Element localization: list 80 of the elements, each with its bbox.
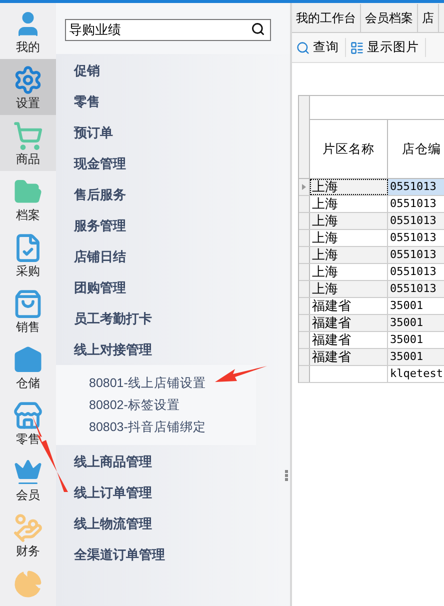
nav-item[interactable]: 会员 bbox=[0, 451, 56, 507]
nav-item[interactable]: 档案 bbox=[0, 171, 56, 227]
table-cell: 福建省 bbox=[310, 349, 388, 365]
menu-item[interactable]: 全渠道订单管理 bbox=[56, 539, 290, 570]
toolbar-button[interactable]: 查询 bbox=[296, 38, 346, 57]
table-row[interactable]: 福建省 35001 bbox=[299, 332, 444, 349]
table-row[interactable]: 上海 0551013 bbox=[299, 230, 444, 247]
table-row[interactable]: klqetest bbox=[299, 366, 444, 383]
menu-item[interactable]: 线上物流管理 bbox=[56, 508, 290, 539]
nav-item[interactable]: 我的 bbox=[0, 3, 56, 59]
table-cell: 上海 bbox=[310, 213, 388, 229]
table-row[interactable]: 上海 0551013 bbox=[299, 264, 444, 281]
table-cell: 福建省 bbox=[310, 298, 388, 314]
table-cell: 35001 bbox=[388, 349, 444, 365]
table-row[interactable]: 上海 0551013 bbox=[299, 281, 444, 298]
menu-item[interactable]: 线上订单管理 bbox=[56, 477, 290, 508]
table-cell: 上海 bbox=[310, 196, 388, 212]
search-icon bbox=[251, 22, 265, 36]
store-icon bbox=[13, 401, 43, 431]
pie-chart-icon bbox=[13, 569, 43, 599]
table-row[interactable]: 福建省 35001 bbox=[299, 349, 444, 366]
table-cell: 0551013 bbox=[388, 196, 444, 212]
table-cell: 0551013 bbox=[388, 264, 444, 280]
menu-item[interactable]: 员工考勤打卡 bbox=[56, 303, 290, 334]
table-cell: 上海 bbox=[310, 247, 388, 263]
table-cell: 福建省 bbox=[310, 315, 388, 331]
table-row[interactable]: 上海 0551013 bbox=[299, 179, 444, 196]
table-row[interactable]: 上海 0551013 bbox=[299, 196, 444, 213]
cart-icon bbox=[13, 121, 43, 151]
menu-item[interactable]: 现金管理 bbox=[56, 148, 290, 179]
menu-item[interactable]: 店铺日结 bbox=[56, 241, 290, 272]
menu-item[interactable]: 线上商品管理 bbox=[56, 446, 290, 477]
submenu-item[interactable]: 80801-线上店铺设置 bbox=[56, 372, 256, 394]
crown-icon bbox=[13, 457, 43, 487]
table-cell: 0551013 bbox=[388, 281, 444, 297]
menu-item[interactable]: 团购管理 bbox=[56, 272, 290, 303]
menu-item[interactable]: 预订单 bbox=[56, 117, 290, 148]
nav-item[interactable]: 销售 bbox=[0, 283, 56, 339]
nav-item[interactable]: 采购 bbox=[0, 227, 56, 283]
toolbar-button[interactable]: 显示图片 bbox=[350, 38, 426, 57]
table-cell: 0551013 bbox=[388, 179, 444, 195]
table-cell: 0551013 bbox=[388, 230, 444, 246]
table-row[interactable]: 福建省 35001 bbox=[299, 315, 444, 332]
menu-item[interactable]: 零售 bbox=[56, 86, 290, 117]
nav-item[interactable]: 仓储 bbox=[0, 339, 56, 395]
submenu-item[interactable]: 80802-标签设置 bbox=[56, 394, 256, 416]
menu-item[interactable]: 服务管理 bbox=[56, 210, 290, 241]
list-icon bbox=[350, 40, 364, 54]
table-cell: 35001 bbox=[388, 315, 444, 331]
bag-icon bbox=[13, 289, 43, 319]
menu-item[interactable]: 线上对接管理 bbox=[56, 334, 290, 365]
table-cell: 上海 bbox=[310, 264, 388, 280]
table-row[interactable]: 上海 0551013 bbox=[299, 213, 444, 230]
row-pointer-icon bbox=[302, 184, 306, 190]
table-cell: 上海 bbox=[310, 281, 388, 297]
table-row[interactable]: 上海 0551013 bbox=[299, 247, 444, 264]
nav-item[interactable]: 零售 bbox=[0, 395, 56, 451]
settings-icon bbox=[13, 65, 43, 95]
nav-item[interactable]: 商品 bbox=[0, 115, 56, 171]
column-header[interactable]: 片区名称 bbox=[310, 120, 388, 178]
nav-item[interactable]: 财务 bbox=[0, 507, 56, 563]
table-cell: 上海 bbox=[310, 230, 388, 246]
nav-item[interactable]: 设置 bbox=[0, 59, 56, 115]
resize-grip-icon[interactable] bbox=[285, 470, 288, 481]
menu-item[interactable]: 促销 bbox=[56, 55, 290, 86]
search-icon bbox=[296, 40, 310, 54]
search-field[interactable]: 导购业绩 bbox=[65, 18, 271, 40]
table-cell: 35001 bbox=[388, 298, 444, 314]
table-cell: 0551013 bbox=[388, 247, 444, 263]
money-icon bbox=[13, 513, 43, 543]
table-cell: klqetest bbox=[388, 366, 444, 382]
submenu-item[interactable]: 80803-抖音店铺绑定 bbox=[56, 416, 256, 438]
menu-item[interactable]: 售后服务 bbox=[56, 179, 290, 210]
table-cell: 0551013 bbox=[388, 213, 444, 229]
annotation-arrow bbox=[215, 366, 267, 384]
table-cell: 福建省 bbox=[310, 332, 388, 348]
warehouse-icon bbox=[13, 345, 43, 375]
table-row[interactable]: 福建省 35001 bbox=[299, 298, 444, 315]
table-cell: 35001 bbox=[388, 332, 444, 348]
column-header[interactable]: 店仓编 bbox=[388, 120, 444, 178]
